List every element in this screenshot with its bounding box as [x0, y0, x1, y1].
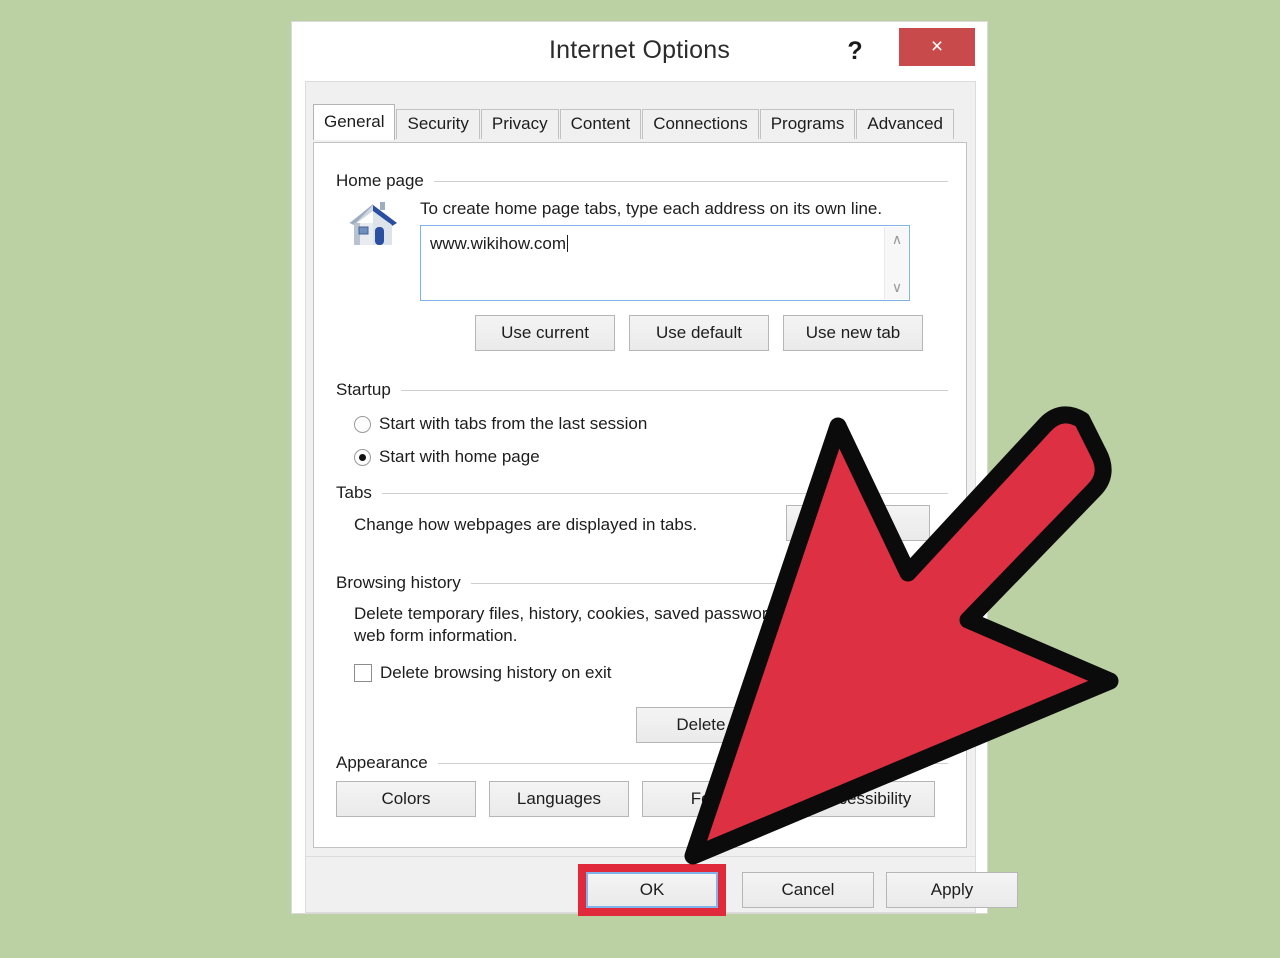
- radio-start-home-page[interactable]: Start with home page: [354, 446, 540, 468]
- chevron-up-icon[interactable]: ∧: [885, 229, 909, 249]
- use-new-tab-button[interactable]: Use new tab: [783, 315, 923, 351]
- group-startup: Startup Start with tabs from the last se…: [336, 380, 948, 466]
- divider-line: [400, 389, 948, 391]
- help-button[interactable]: ?: [841, 35, 869, 67]
- radio-start-last-session[interactable]: Start with tabs from the last session: [354, 413, 647, 435]
- ok-button[interactable]: OK: [586, 872, 718, 908]
- group-startup-label: Startup: [336, 380, 391, 399]
- tabs-settings-button[interactable]: [786, 505, 930, 541]
- close-icon[interactable]: ×: [899, 28, 975, 66]
- group-home-page: Home page To create home page tabs, type…: [336, 171, 948, 351]
- group-tabs: Tabs Change how webpages are displayed i…: [336, 483, 948, 541]
- home-page-description: To create home page tabs, type each addr…: [420, 199, 883, 218]
- delete-button[interactable]: Delete...: [636, 707, 780, 743]
- group-appearance-label: Appearance: [336, 753, 428, 772]
- group-home-page-header: Home page: [336, 171, 948, 191]
- tab-panel: General Security Privacy Content Connect…: [305, 81, 976, 857]
- home-page-input[interactable]: www.wikihow.com ∧ ∨: [420, 225, 910, 301]
- tab-privacy[interactable]: Privacy: [480, 109, 559, 139]
- tab-general[interactable]: General: [313, 104, 396, 140]
- divider-line: [437, 762, 948, 764]
- group-appearance: Appearance Colors Languages Fonts Access…: [336, 753, 948, 817]
- tab-connections[interactable]: Connections: [642, 109, 759, 139]
- radio-start-last-session-label: Start with tabs from the last session: [379, 414, 648, 433]
- group-home-page-label: Home page: [336, 171, 424, 190]
- dialog-footer: OK Cancel Apply: [305, 857, 1018, 916]
- radio-icon[interactable]: [354, 415, 371, 433]
- accessibility-button[interactable]: Accessibility: [795, 781, 935, 817]
- languages-button[interactable]: Languages: [489, 781, 629, 817]
- group-tabs-header: Tabs: [336, 483, 948, 503]
- home-page-value: www.wikihow.com: [430, 234, 567, 253]
- title-bar: Internet Options ? ×: [292, 22, 987, 78]
- use-default-button[interactable]: Use default: [629, 315, 769, 351]
- checkbox-icon[interactable]: [354, 664, 372, 682]
- group-startup-header: Startup: [336, 380, 948, 400]
- tab-content-general: Home page To create home page tabs, type…: [313, 142, 967, 848]
- text-caret: [567, 235, 569, 252]
- chevron-down-icon[interactable]: ∨: [885, 277, 909, 297]
- divider-line: [470, 582, 948, 584]
- page-title: Internet Options: [548, 36, 731, 64]
- use-current-button[interactable]: Use current: [475, 315, 615, 351]
- group-browsing-history-header: Browsing history: [336, 573, 948, 593]
- group-tabs-label: Tabs: [336, 483, 372, 502]
- group-appearance-header: Appearance: [336, 753, 948, 773]
- tab-strip: General Security Privacy Content Connect…: [313, 104, 955, 140]
- radio-icon-selected[interactable]: [354, 448, 371, 466]
- group-browsing-history-label: Browsing history: [336, 573, 461, 592]
- radio-start-home-page-label: Start with home page: [379, 447, 540, 466]
- group-browsing-history: Browsing history Delete temporary files,…: [336, 573, 948, 743]
- ok-button-highlight: OK: [578, 864, 726, 916]
- home-icon: [349, 202, 397, 245]
- delete-history-on-exit-row[interactable]: Delete browsing history on exit: [354, 663, 612, 683]
- delete-history-on-exit-label: Delete browsing history on exit: [380, 663, 612, 682]
- divider-line: [433, 180, 948, 182]
- browsing-history-description: Delete temporary files, history, cookies…: [354, 604, 824, 645]
- tab-advanced[interactable]: Advanced: [856, 109, 955, 139]
- apply-button[interactable]: Apply: [886, 872, 1018, 908]
- cancel-button[interactable]: Cancel: [742, 872, 874, 908]
- fonts-button[interactable]: Fonts: [642, 781, 782, 817]
- internet-options-dialog: Internet Options ? × General Security Pr…: [291, 21, 1018, 916]
- tab-programs[interactable]: Programs: [759, 109, 856, 139]
- colors-button[interactable]: Colors: [336, 781, 476, 817]
- tab-content[interactable]: Content: [559, 109, 642, 139]
- tab-security[interactable]: Security: [396, 109, 480, 139]
- scrollbar[interactable]: ∧ ∨: [884, 227, 908, 299]
- divider-line: [381, 492, 948, 494]
- tabs-description: Change how webpages are displayed in tab…: [354, 515, 698, 534]
